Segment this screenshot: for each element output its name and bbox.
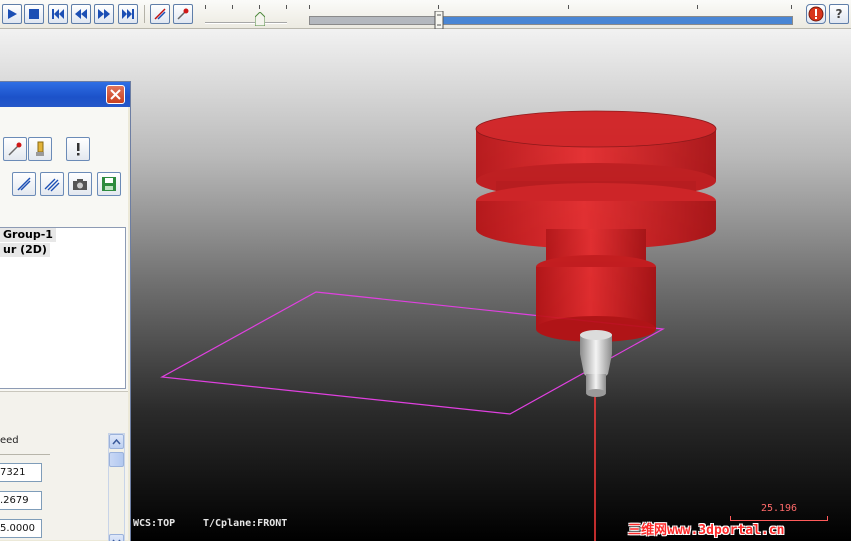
- progress-remaining: [440, 17, 792, 24]
- stop-button[interactable]: [24, 4, 44, 24]
- cplane-status: T/Cplane:FRONT: [203, 518, 288, 529]
- toolpath-display-button[interactable]: [150, 4, 170, 24]
- svg-text:?: ?: [836, 7, 843, 21]
- playback-toolbar: ?: [0, 0, 851, 29]
- tool-holder: [475, 110, 717, 342]
- stop-conditions-button[interactable]: [806, 4, 826, 24]
- step-forward-icon: [98, 9, 110, 19]
- camera-icon: [73, 179, 87, 190]
- toolbar-separator: [144, 5, 145, 23]
- chevron-up-icon: [112, 438, 121, 444]
- panel-body: Group-1 ur (2D) eed 7321 .2679 5.0000: [0, 107, 128, 541]
- toolpath-icon: [8, 142, 22, 156]
- info-button[interactable]: [66, 137, 90, 161]
- tree-item-group[interactable]: Group-1: [0, 228, 56, 242]
- save-button[interactable]: [97, 172, 121, 196]
- playback-progress[interactable]: [307, 5, 793, 29]
- play-icon: [8, 9, 17, 19]
- verify-button[interactable]: [12, 172, 36, 196]
- cutter: [580, 330, 612, 397]
- toolpath-display-icon: [154, 8, 166, 20]
- wcs-status: WCS:TOP: [133, 518, 176, 529]
- tool-icon: [36, 141, 44, 156]
- step-forward-button[interactable]: [94, 4, 114, 24]
- info-divider: [0, 454, 50, 455]
- watermark: 三维网www.3dportal.cn: [628, 523, 785, 538]
- backplot-icon: [44, 178, 60, 192]
- info-icon: [77, 143, 80, 156]
- info-field-3[interactable]: 5.0000: [0, 519, 42, 538]
- camera-button[interactable]: [68, 172, 92, 196]
- help-button[interactable]: ?: [829, 4, 849, 24]
- scroll-down-button[interactable]: [109, 534, 124, 541]
- tool-display-button[interactable]: [173, 4, 193, 24]
- progress-played: [310, 17, 440, 24]
- close-icon: [110, 89, 121, 100]
- tool-display-icon: [177, 8, 189, 20]
- scroll-thumb[interactable]: [109, 452, 124, 467]
- play-button[interactable]: [2, 4, 22, 24]
- verify-icon: [17, 177, 31, 191]
- close-button[interactable]: [106, 85, 125, 104]
- tree-item-operation[interactable]: ur (2D): [0, 243, 50, 257]
- info-field-1[interactable]: 7321: [0, 463, 42, 482]
- toolpath-manager-panel: Group-1 ur (2D) eed 7321 .2679 5.0000: [0, 81, 131, 541]
- stop-conditions-icon: [808, 6, 824, 22]
- scale-value: 25.196: [760, 503, 798, 514]
- speed-slider-track: [205, 22, 287, 24]
- rewind-to-start-button[interactable]: [48, 4, 68, 24]
- progress-thumb[interactable]: [434, 11, 444, 29]
- speed-slider-thumb[interactable]: [255, 12, 265, 26]
- tool-button[interactable]: [28, 137, 52, 161]
- step-back-icon: [75, 9, 87, 19]
- help-icon: ?: [836, 7, 843, 21]
- backplot-button[interactable]: [40, 172, 64, 196]
- panel-title-bar[interactable]: [0, 82, 130, 107]
- info-field-2[interactable]: .2679: [0, 491, 42, 510]
- info-scrollbar[interactable]: [108, 433, 125, 541]
- speed-slider[interactable]: [205, 5, 287, 26]
- scroll-up-button[interactable]: [109, 434, 124, 449]
- progress-track: [309, 16, 793, 25]
- save-icon: [102, 177, 116, 191]
- toolpath-button[interactable]: [3, 137, 27, 161]
- operations-tree[interactable]: Group-1 ur (2D): [0, 227, 126, 389]
- info-label: eed: [0, 435, 19, 446]
- step-back-button[interactable]: [71, 4, 91, 24]
- rewind-to-start-icon: [52, 9, 64, 19]
- fast-forward-button[interactable]: [118, 4, 138, 24]
- fast-forward-icon: [122, 9, 134, 19]
- stop-icon: [29, 9, 39, 19]
